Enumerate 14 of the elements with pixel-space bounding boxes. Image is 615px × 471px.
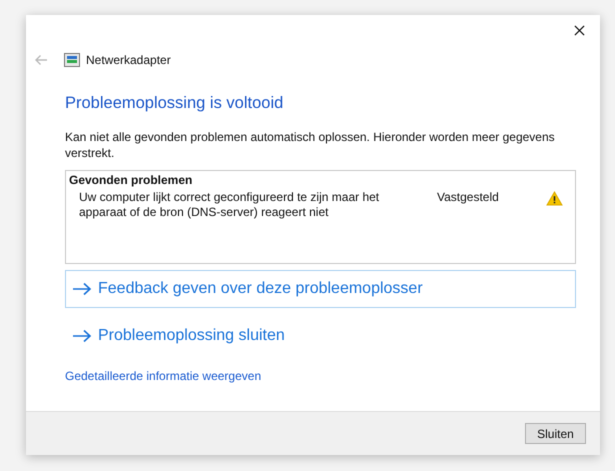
page-heading: Probleemoplossing is voltooid: [65, 94, 284, 113]
window-title: Netwerkadapter: [86, 53, 171, 67]
close-icon[interactable]: [574, 24, 585, 36]
problem-status: Vastgesteld: [437, 190, 500, 204]
panel-title: Gevonden problemen: [69, 173, 194, 187]
problem-description: Uw computer lijkt correct geconfigureerd te zijn maar het apparaat of de bron (DNS-server) reageert niet: [79, 190, 380, 220]
action-link[interactable]: Probleemoplossing sluiten: [65, 317, 576, 355]
arrow-icon: [72, 282, 92, 296]
close-button[interactable]: Sluiten: [525, 423, 586, 444]
message-text: Kan niet alle gevonden problemen automatisch oplossen. Hieronder worden meer gegevens verstrekt.: [65, 129, 555, 161]
network-adapter-icon: [64, 53, 80, 67]
details-link[interactable]: Gedetailleerde informatie weergeven: [65, 369, 576, 383]
action-link[interactable]: Feedback geven over deze probleemoplosser: [65, 270, 576, 308]
arrow-icon: [72, 329, 92, 343]
